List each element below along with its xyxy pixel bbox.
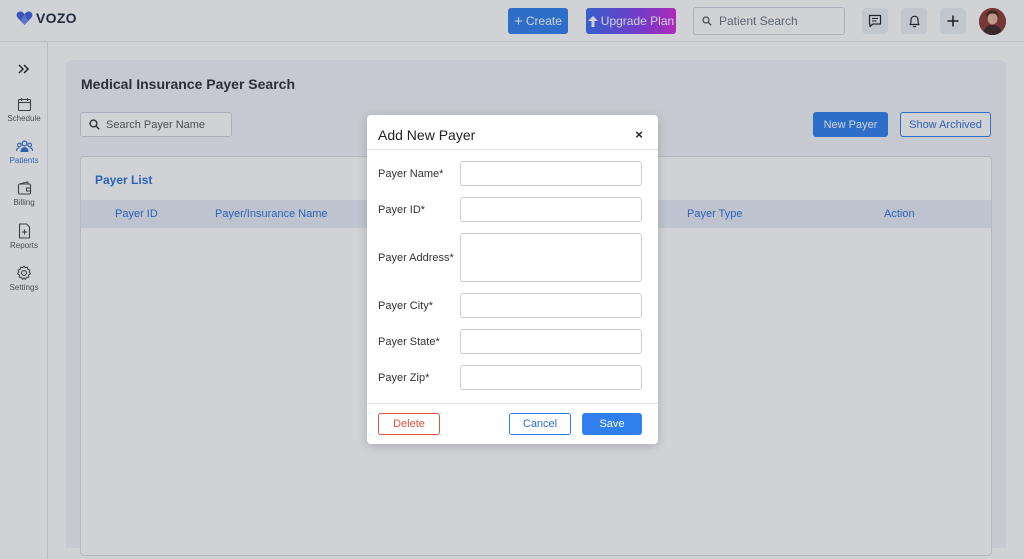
payer-state-input[interactable]	[460, 329, 642, 354]
save-button[interactable]: Save	[582, 413, 642, 435]
add-new-payer-dialog: Add New Payer × Payer Name* Payer ID* Pa…	[367, 115, 658, 444]
payer-id-label: Payer ID*	[378, 204, 426, 216]
payer-address-label: Payer Address*	[378, 252, 454, 264]
payer-zip-input[interactable]	[460, 365, 642, 390]
payer-name-input[interactable]	[460, 161, 642, 186]
payer-city-input[interactable]	[460, 293, 642, 318]
payer-name-label: Payer Name*	[378, 168, 444, 180]
dialog-title: Add New Payer	[378, 127, 476, 143]
payer-city-label: Payer City*	[378, 300, 434, 312]
header-divider	[367, 149, 658, 150]
footer-divider	[367, 403, 658, 404]
cancel-button[interactable]: Cancel	[509, 413, 571, 435]
close-icon[interactable]: ×	[633, 127, 645, 142]
payer-address-textarea[interactable]	[460, 233, 642, 282]
payer-id-input[interactable]	[460, 197, 642, 222]
delete-button[interactable]: Delete	[378, 413, 440, 435]
payer-zip-label: Payer Zip*	[378, 372, 430, 384]
payer-state-label: Payer State*	[378, 336, 440, 348]
